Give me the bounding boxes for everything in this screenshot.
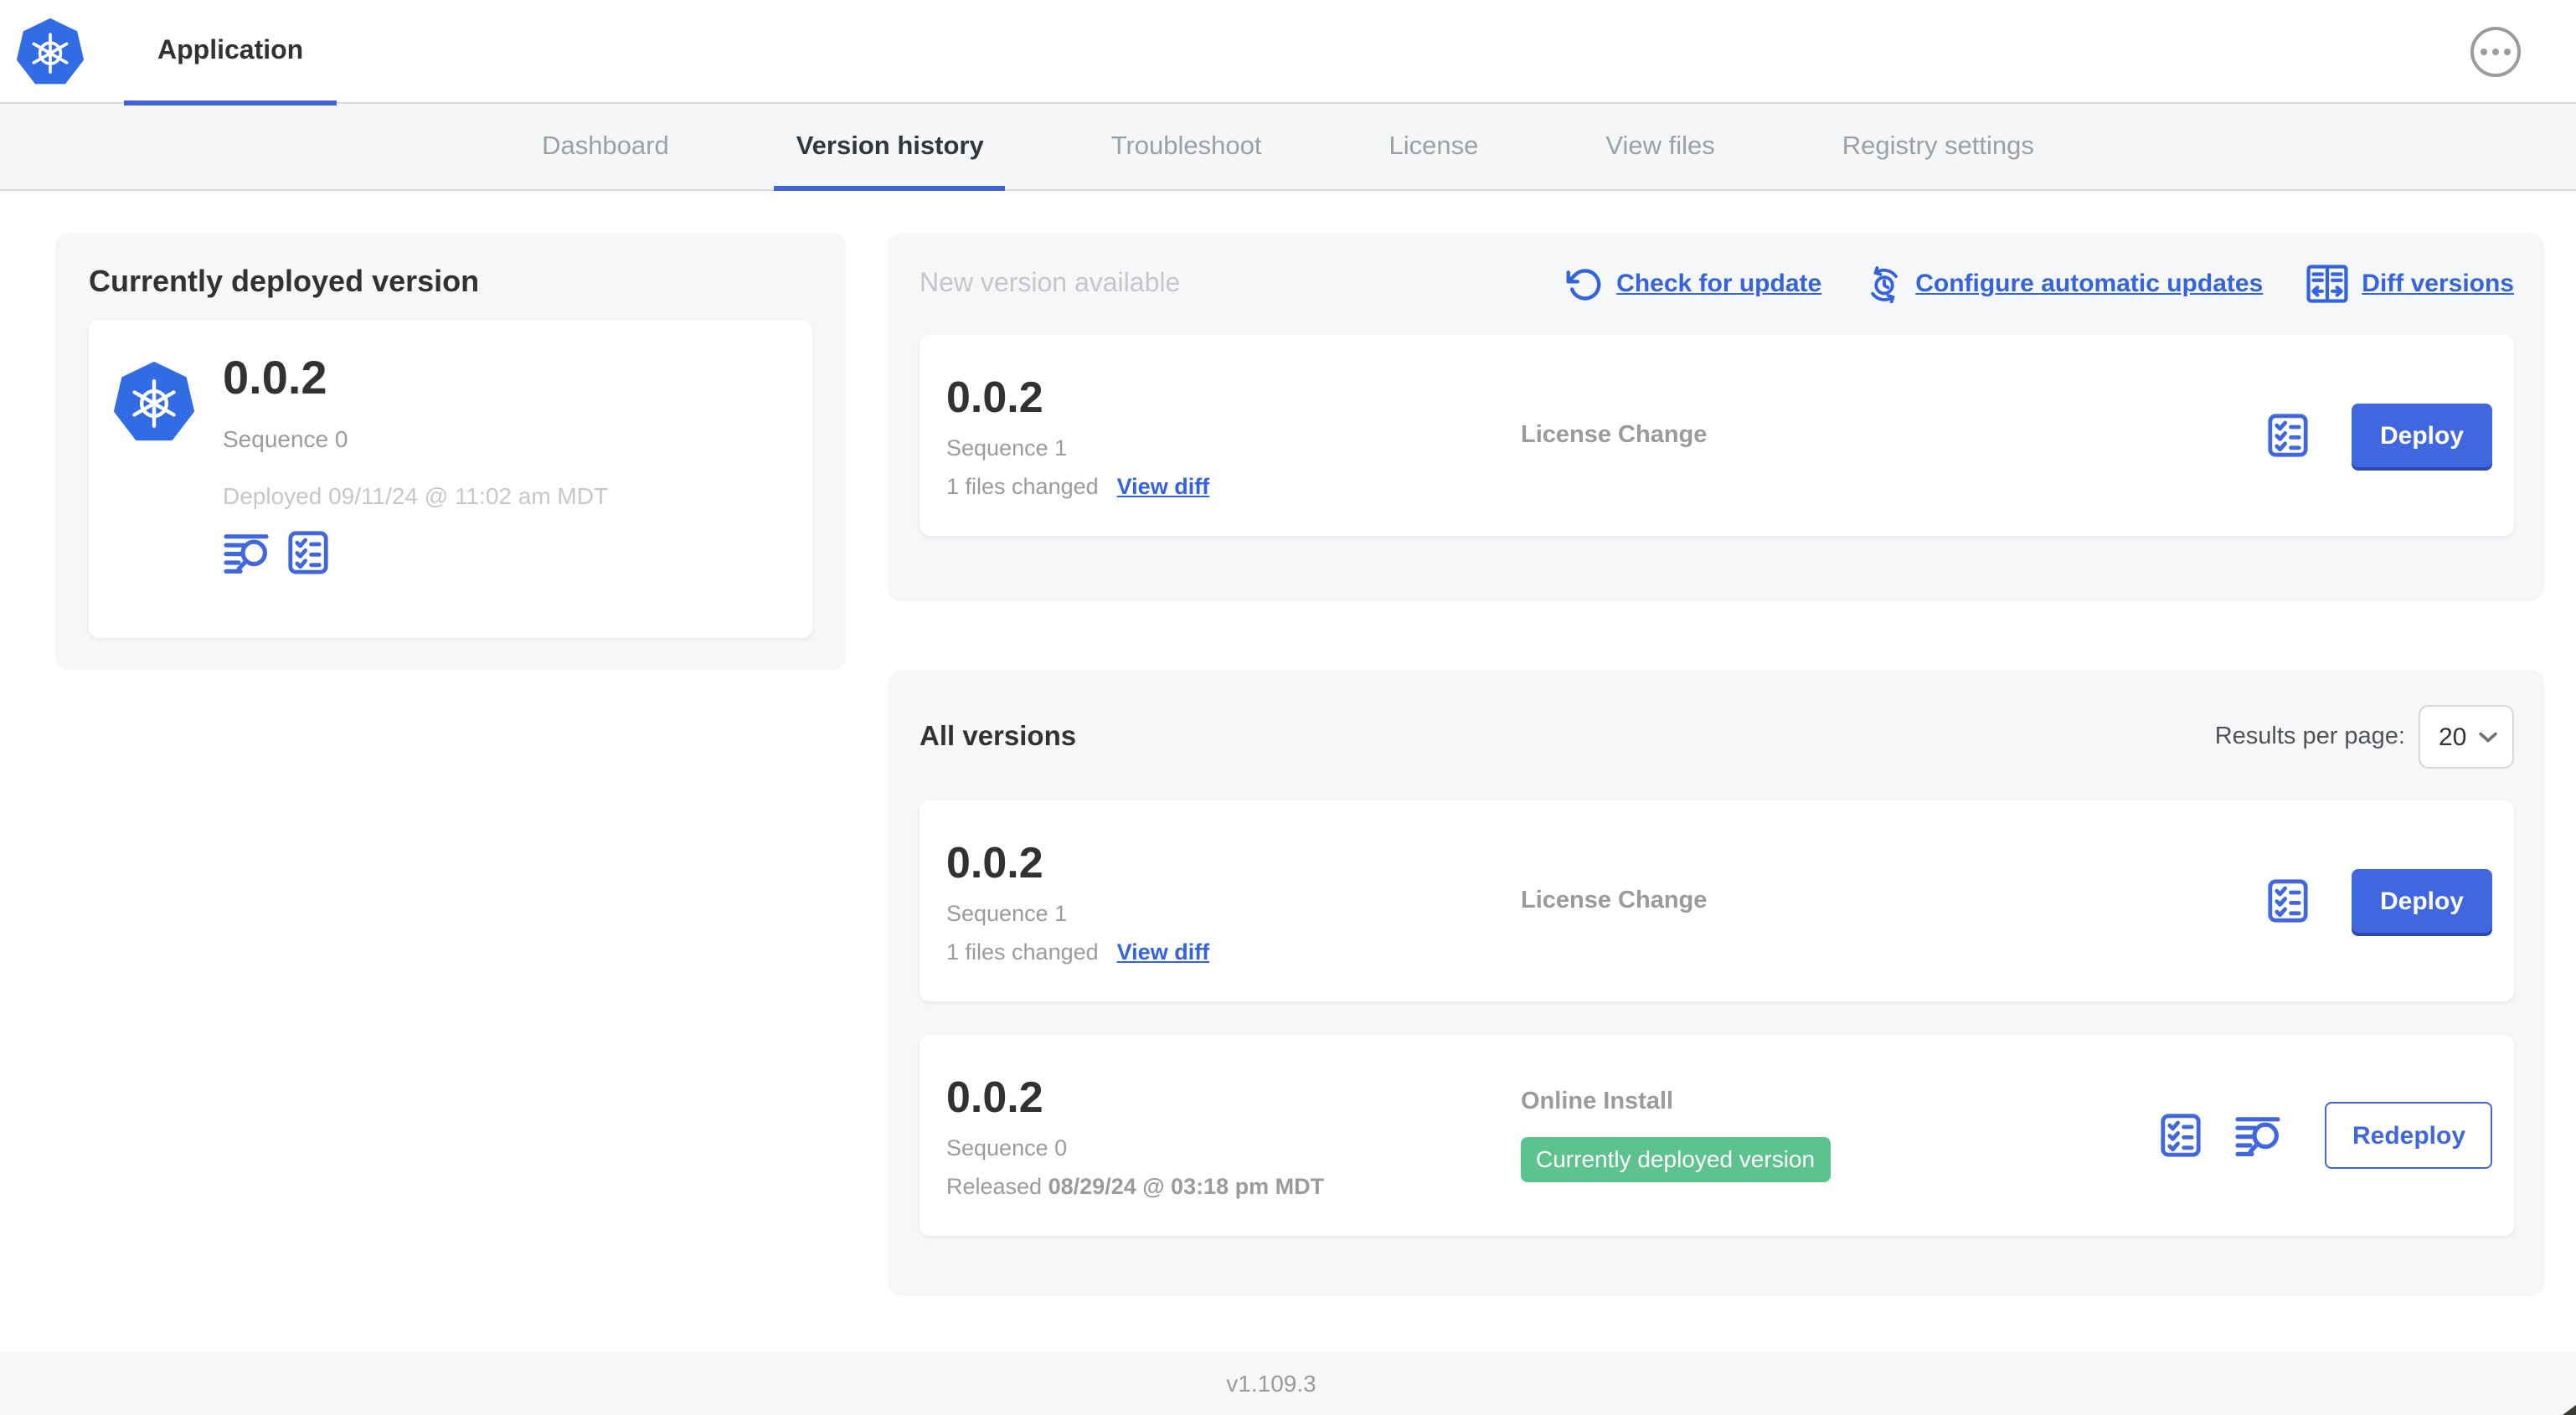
released-label: Released <box>946 1174 1043 1199</box>
admin-console-page: Application Dashboard Version history Tr… <box>0 0 2576 1415</box>
currently-deployed-badge: Currently deployed version <box>1521 1137 1831 1182</box>
kubernetes-logo-icon <box>114 360 194 444</box>
view-diff-link[interactable]: View diff <box>1117 939 1210 965</box>
section-nav: Dashboard Version history Troubleshoot L… <box>0 104 2576 191</box>
currently-deployed-title: Currently deployed version <box>89 265 480 298</box>
app-nav-item[interactable]: Application <box>124 0 337 105</box>
version-number: 0.0.2 <box>946 837 1043 888</box>
app-name: Application <box>157 36 304 64</box>
diff-columns-icon <box>2306 265 2348 303</box>
app-header: Application <box>0 0 2576 105</box>
version-sequence: Sequence 1 <box>946 901 1068 926</box>
files-changed-label: 1 files changed <box>946 939 1099 965</box>
deploy-button[interactable]: Deploy <box>2351 404 2492 467</box>
tab-dashboard[interactable]: Dashboard <box>520 104 691 189</box>
files-changed-label: 1 files changed <box>946 474 1099 499</box>
clock-sync-icon <box>1865 265 1902 302</box>
diff-versions-link[interactable]: Diff versions <box>2362 270 2514 298</box>
deploy-button[interactable]: Deploy <box>2351 869 2492 933</box>
version-sequence: Sequence 0 <box>946 1135 1068 1160</box>
deployed-sequence: Sequence 0 <box>223 425 348 452</box>
results-per-page-value: 20 <box>2439 723 2467 751</box>
version-source: License Change <box>1521 888 1708 914</box>
refresh-ccw-icon <box>1566 265 1603 302</box>
version-number: 0.0.2 <box>946 1072 1043 1122</box>
currently-deployed-panel: Currently deployed version 0.0.2 Sequenc… <box>55 233 846 670</box>
view-logs-icon[interactable] <box>223 532 270 574</box>
checklist-icon[interactable] <box>2161 1114 2202 1157</box>
active-app-underline <box>124 100 337 105</box>
chevron-down-icon <box>2479 731 2497 743</box>
version-source: Online Install <box>1521 1088 1674 1115</box>
more-options-button[interactable] <box>2470 26 2521 76</box>
tab-troubleshoot[interactable]: Troubleshoot <box>1090 104 1284 189</box>
view-logs-icon[interactable] <box>2235 1114 2282 1156</box>
tab-registry-settings[interactable]: Registry settings <box>1821 104 2056 189</box>
tab-version-history[interactable]: Version history <box>774 104 1006 191</box>
results-per-page-label: Results per page: <box>2214 723 2405 750</box>
released-date: 08/29/24 @ 03:18 pm MDT <box>1048 1174 1325 1199</box>
currently-deployed-card: 0.0.2 Sequence 0 Deployed 09/11/24 @ 11:… <box>89 320 812 638</box>
results-per-page-select[interactable]: 20 <box>2419 705 2514 769</box>
checklist-icon[interactable] <box>288 531 328 574</box>
new-version-row: 0.0.2 Sequence 1 1 files changed View di… <box>920 335 2514 536</box>
deployed-timestamp: Deployed 09/11/24 @ 11:02 am MDT <box>223 482 609 509</box>
active-tab-underline <box>774 186 1006 191</box>
tab-license[interactable]: License <box>1368 104 1501 189</box>
diff-versions-action[interactable]: Diff versions <box>2306 265 2514 303</box>
new-version-title: New version available <box>920 269 1181 297</box>
version-source: License Change <box>1521 422 1708 449</box>
kubernetes-logo-icon <box>17 18 84 85</box>
new-version-panel: New version available Check for update C… <box>888 233 2544 601</box>
ellipsis-icon <box>2481 48 2487 54</box>
tab-view-files[interactable]: View files <box>1584 104 1736 189</box>
check-for-update-link[interactable]: Check for update <box>1616 270 1821 298</box>
mouse-cursor-artifact <box>2563 1405 2576 1415</box>
version-sequence: Sequence 1 <box>946 435 1068 461</box>
version-row-sequence-1: 0.0.2 Sequence 1 1 files changed View di… <box>920 800 2514 1001</box>
checklist-icon[interactable] <box>2268 879 2308 923</box>
configure-automatic-updates-link[interactable]: Configure automatic updates <box>1915 270 2263 298</box>
console-version: v1.109.3 <box>1226 1370 1316 1397</box>
configure-automatic-updates-action[interactable]: Configure automatic updates <box>1865 265 2263 302</box>
version-row-sequence-0: 0.0.2 Sequence 0 Released 08/29/24 @ 03:… <box>920 1035 2514 1236</box>
redeploy-button[interactable]: Redeploy <box>2325 1102 2492 1169</box>
all-versions-panel: All versions Results per page: 20 0.0.2 … <box>888 670 2544 1296</box>
view-diff-link[interactable]: View diff <box>1117 474 1210 499</box>
console-footer: v1.109.3 <box>0 1351 2576 1415</box>
check-for-update-action[interactable]: Check for update <box>1566 265 1821 302</box>
deployed-version-number: 0.0.2 <box>223 352 327 404</box>
checklist-icon[interactable] <box>2268 414 2308 457</box>
all-versions-title: All versions <box>920 721 1077 751</box>
version-number: 0.0.2 <box>946 372 1043 422</box>
